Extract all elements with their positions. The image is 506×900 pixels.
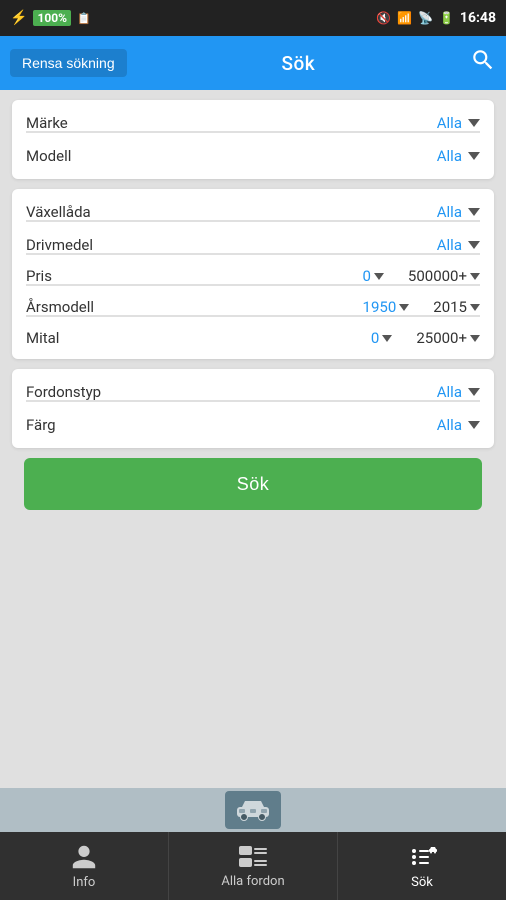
drivmedel-chevron-icon [468, 241, 480, 249]
nav-alla-fordon-label: Alla fordon [221, 874, 284, 889]
farg-value: Alla [437, 416, 480, 434]
search-cars-icon [406, 843, 438, 871]
car-list-icon [238, 844, 268, 870]
field-row-vaxellada[interactable]: Växellåda Alla [12, 189, 494, 221]
signal-icon: 📡 [418, 11, 433, 25]
mital-max: 25000+ [416, 329, 480, 347]
drivmedel-value: Alla [437, 236, 480, 254]
marke-label: Märke [26, 114, 68, 132]
pris-label: Pris [26, 267, 354, 285]
field-row-modell[interactable]: Modell Alla [12, 133, 494, 179]
bottom-area: Info Alla fordon [0, 788, 506, 900]
farg-chevron-icon [468, 421, 480, 429]
range-row-arsmodell[interactable]: Årsmodell 1950 2015 [12, 286, 494, 316]
header: Rensa sökning Sök [0, 36, 506, 90]
marke-value: Alla [437, 114, 480, 132]
arsmodell-max: 2015 [433, 298, 480, 316]
range-row-pris[interactable]: Pris 0 500000+ [12, 255, 494, 285]
nav-sok-label: Sök [411, 875, 433, 890]
mital-label: Mital [26, 329, 363, 347]
main-content: Märke Alla Modell Alla Växellåda Alla D [0, 90, 506, 788]
status-bar: ⚡ 100% 📋 🔇 📶 📡 🔋 16:48 [0, 0, 506, 36]
arsmodell-min-chevron-icon [399, 304, 409, 311]
marke-chevron-icon [468, 119, 480, 127]
mital-min: 0 [371, 329, 392, 347]
car-strip [0, 788, 506, 832]
nav-item-sok[interactable]: Sök [338, 832, 506, 900]
battery2-icon: 🔋 [439, 11, 454, 25]
nav-item-alla-fordon[interactable]: Alla fordon [169, 832, 338, 900]
status-left-icons: ⚡ 100% 📋 [10, 10, 91, 26]
car-strip-icon-box [225, 791, 281, 829]
field-row-drivmedel[interactable]: Drivmedel Alla [12, 222, 494, 254]
pris-min-chevron-icon [374, 273, 384, 280]
clear-search-button[interactable]: Rensa sökning [10, 49, 127, 77]
field-row-marke[interactable]: Märke Alla [12, 100, 494, 132]
vaxellada-chevron-icon [468, 208, 480, 216]
sim-icon: 📋 [77, 12, 91, 25]
person-icon [70, 843, 98, 871]
usb-icon: ⚡ [10, 10, 27, 26]
arsmodell-min: 1950 [363, 298, 410, 316]
farg-label: Färg [26, 416, 56, 434]
status-right-icons: 🔇 📶 📡 🔋 16:48 [376, 10, 496, 26]
bottom-nav: Info Alla fordon [0, 832, 506, 900]
arsmodell-max-chevron-icon [470, 304, 480, 311]
card-details: Växellåda Alla Drivmedel Alla Pris 0 500… [12, 189, 494, 359]
card-make-model: Märke Alla Modell Alla [12, 100, 494, 179]
pris-max: 500000+ [408, 267, 480, 285]
range-row-mital[interactable]: Mital 0 25000+ [12, 317, 494, 359]
pris-max-chevron-icon [470, 273, 480, 280]
drivmedel-label: Drivmedel [26, 236, 93, 254]
card-vehicle-type: Fordonstyp Alla Färg Alla [12, 369, 494, 448]
mital-min-chevron-icon [382, 335, 392, 342]
fordonstyp-chevron-icon [468, 388, 480, 396]
mute-icon: 🔇 [376, 11, 391, 25]
clock: 16:48 [460, 10, 496, 26]
search-button-container: Sök [12, 458, 494, 510]
field-row-farg[interactable]: Färg Alla [12, 402, 494, 448]
fordonstyp-value: Alla [437, 383, 480, 401]
search-button[interactable]: Sök [24, 458, 482, 510]
battery-icon: 100% [33, 10, 71, 26]
nav-item-info[interactable]: Info [0, 832, 169, 900]
mital-max-chevron-icon [470, 335, 480, 342]
modell-chevron-icon [468, 152, 480, 160]
page-title: Sök [281, 52, 315, 75]
modell-label: Modell [26, 147, 71, 165]
vaxellada-value: Alla [437, 203, 480, 221]
nav-info-label: Info [73, 875, 96, 890]
modell-value: Alla [437, 147, 480, 165]
arsmodell-label: Årsmodell [26, 298, 355, 316]
search-icon[interactable] [470, 47, 496, 79]
fordonstyp-label: Fordonstyp [26, 383, 101, 401]
field-row-fordonstyp[interactable]: Fordonstyp Alla [12, 369, 494, 401]
vaxellada-label: Växellåda [26, 203, 91, 221]
wifi-icon: 📶 [397, 11, 412, 25]
pris-min: 0 [362, 267, 383, 285]
